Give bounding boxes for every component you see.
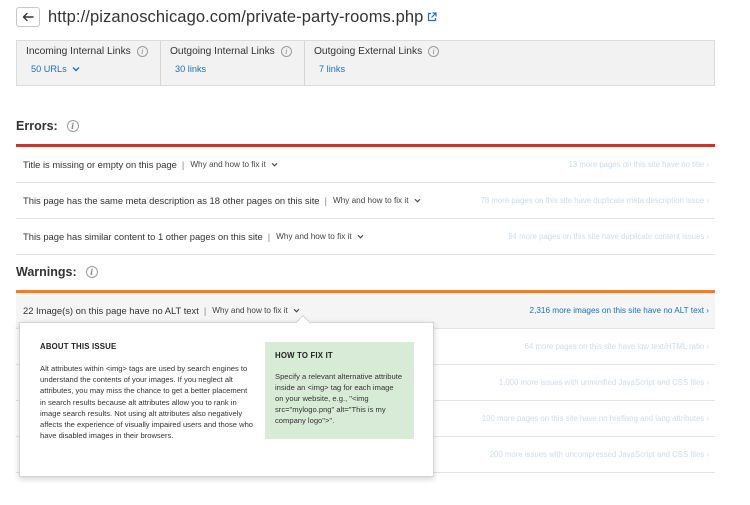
issue-text: This page has similar content to 1 other… xyxy=(23,231,263,242)
why-how-fix-toggle[interactable]: Why and how to fix it xyxy=(333,196,421,205)
info-icon[interactable]: i xyxy=(428,46,440,57)
stat-incoming-internal-links: Incoming Internal Links i 50 URLs xyxy=(17,41,160,85)
chevron-down-icon xyxy=(271,162,278,167)
more-pages-link[interactable]: 13 more pages on this site have no title… xyxy=(569,160,709,169)
about-issue-section: ABOUT THIS ISSUE Alt attributes within <… xyxy=(40,342,255,441)
info-icon[interactable]: i xyxy=(85,266,98,278)
warnings-heading: Warnings: i xyxy=(16,265,98,279)
outgoing-internal-links-link[interactable]: 30 links xyxy=(175,64,296,74)
howto-title: HOW TO FIX IT xyxy=(275,351,333,360)
info-icon[interactable]: i xyxy=(66,120,79,132)
stat-label: Incoming Internal Links xyxy=(26,46,131,57)
stat-outgoing-external-links: Outgoing External Links i 7 links xyxy=(304,41,454,85)
separator: | xyxy=(203,305,207,316)
issue-text: 22 Image(s) on this page have no ALT tex… xyxy=(23,305,199,316)
chevron-down-icon xyxy=(72,67,80,72)
outgoing-external-links-link[interactable]: 7 links xyxy=(319,64,446,74)
more-images-link[interactable]: 2,316 more images on this site have no A… xyxy=(530,306,709,315)
section-title: Warnings: xyxy=(16,265,77,279)
howto-text: Specify a relevant alternative attribute… xyxy=(275,372,403,425)
section-title: Errors: xyxy=(16,119,58,133)
more-pages-link[interactable]: 78 more pages on this site have duplicat… xyxy=(481,196,709,205)
about-title: ABOUT THIS ISSUE xyxy=(40,342,117,351)
error-row: Title is missing or empty on this page |… xyxy=(16,147,715,183)
issue-text: Title is missing or empty on this page xyxy=(23,159,177,170)
separator: | xyxy=(181,159,185,170)
fix-it-popover: ABOUT THIS ISSUE Alt attributes within <… xyxy=(19,314,434,477)
chevron-down-icon xyxy=(414,198,420,203)
incoming-links-dropdown[interactable]: 50 URLs xyxy=(31,64,152,74)
about-text: Alt attributes within <img> tags are use… xyxy=(40,364,254,441)
arrow-left-icon xyxy=(22,12,34,22)
more-pages-link[interactable]: 64 more pages on this site have low text… xyxy=(525,342,709,351)
back-button[interactable] xyxy=(16,7,40,27)
stat-value: 50 URLs xyxy=(31,64,67,74)
stat-value: 7 links xyxy=(319,64,346,74)
chevron-down-icon xyxy=(357,234,364,239)
info-icon[interactable]: i xyxy=(280,46,292,57)
info-icon[interactable]: i xyxy=(136,46,148,57)
chevron-down-icon xyxy=(293,308,300,313)
error-row: This page has the same meta description … xyxy=(16,183,715,219)
separator: | xyxy=(267,231,271,242)
stat-value: 30 links xyxy=(175,64,207,74)
fix-label: Why and how to fix it xyxy=(190,160,266,169)
separator: | xyxy=(324,195,327,206)
more-issues-link[interactable]: 200 more issues with uncompressed JavaSc… xyxy=(490,450,709,459)
page-url: http://pizanoschicago.com/private-party-… xyxy=(48,7,424,26)
why-how-fix-toggle[interactable]: Why and how to fix it xyxy=(190,160,278,169)
more-pages-link[interactable]: 100 more pages on this site have no href… xyxy=(482,414,709,423)
stat-label: Outgoing External Links xyxy=(314,46,423,57)
more-issues-link[interactable]: 1,000 more issues with unminified JavaSc… xyxy=(499,378,709,387)
issue-text: This page has the same meta description … xyxy=(23,195,320,206)
how-to-fix-section: HOW TO FIX IT Specify a relevant alterna… xyxy=(265,342,414,439)
more-pages-link[interactable]: 94 more pages on this site have duplicat… xyxy=(508,232,709,241)
error-row: This page has similar content to 1 other… xyxy=(16,219,715,255)
stat-outgoing-internal-links: Outgoing Internal Links i 30 links xyxy=(160,41,304,85)
why-how-fix-toggle[interactable]: Why and how to fix it xyxy=(276,232,364,241)
fix-label: Why and how to fix it xyxy=(276,232,352,241)
fix-label: Why and how to fix it xyxy=(212,306,288,315)
external-link-icon[interactable] xyxy=(427,12,438,22)
page-header: http://pizanoschicago.com/private-party-… xyxy=(16,6,438,28)
why-how-fix-toggle[interactable]: Why and how to fix it xyxy=(212,306,300,315)
fix-label: Why and how to fix it xyxy=(332,196,409,205)
stat-label: Outgoing Internal Links xyxy=(170,46,275,57)
link-stats-panel: Incoming Internal Links i 50 URLs Outgoi… xyxy=(16,40,715,86)
errors-heading: Errors: i xyxy=(16,119,79,133)
